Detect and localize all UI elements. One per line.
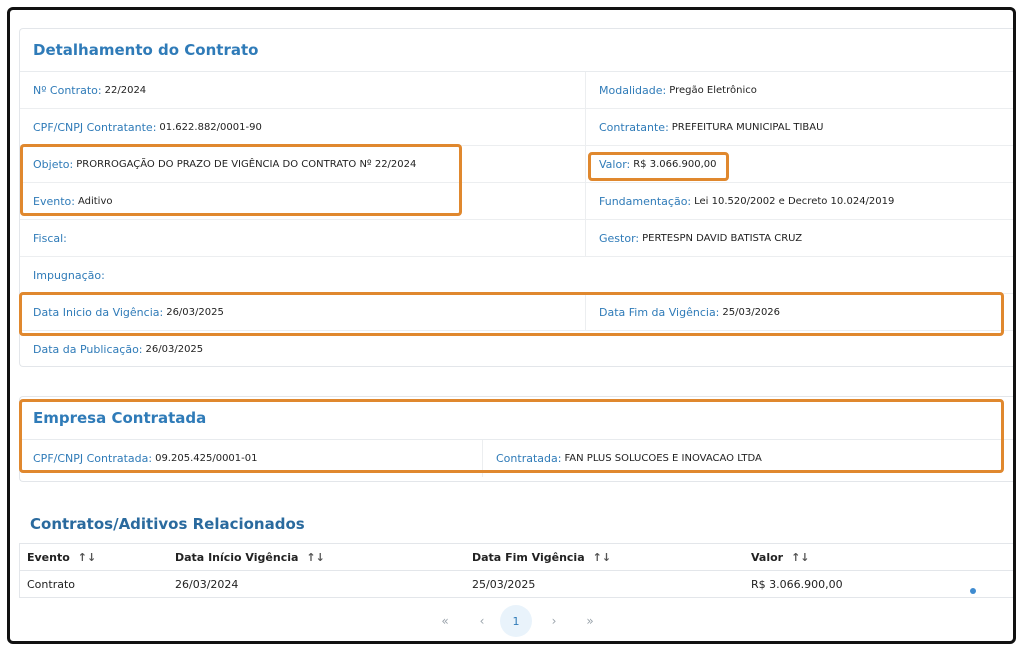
table-row[interactable]: Contrato 26/03/2024 25/03/2025 R$ 3.066.… [20,571,1013,598]
field-row: Nº Contrato: 22/2024 Modalidade: Pregão El… [20,72,1013,109]
sort-updown-icon[interactable]: ↑↓ [78,551,96,564]
prev-page-button[interactable]: ‹ [468,607,496,635]
field-contracting-cnpj: CPF/CNPJ Contratante: 01.622.882/0001-90 [20,109,586,145]
company-row: CPF/CNPJ Contratada: 09.205.425/0001-01 C… [20,440,1013,477]
field-row: Impugnação: [20,257,1013,294]
field-challenge: Impugnação: [33,268,105,282]
field-contract-number: Nº Contrato: 22/2024 [20,72,586,108]
pagination: « ‹ 1 › » [10,605,1013,637]
field-inspector: Fiscal: [20,220,586,256]
next-page-button[interactable]: › [540,607,568,635]
field-event: Evento: Aditivo [20,183,586,219]
field-company-cnpj: CPF/CNPJ Contratada: 09.205.425/0001-01 [20,440,483,477]
field-row: Fiscal: Gestor: PERTESPN DAVID BATISTA CR… [20,220,1013,257]
field-modality: Modalidade: Pregão Eletrônico [599,83,757,97]
contract-detail-title: Detalhamento do Contrato [20,29,1013,72]
field-legal-basis: Fundamentação: Lei 10.520/2002 e Decreto … [599,194,895,208]
cell-event: Contrato [27,577,76,591]
column-header-end-date[interactable]: Data Fim Vigência ↑↓ [465,551,744,564]
sort-updown-icon[interactable]: ↑↓ [593,551,611,564]
sort-updown-icon[interactable]: ↑↓ [306,551,324,564]
field-row: CPF/CNPJ Contratante: 01.622.882/0001-90 … [20,109,1013,146]
field-row: Data Inicio da Vigência: 26/03/2025 Data … [20,294,1013,331]
field-manager: Gestor: PERTESPN DAVID BATISTA CRUZ [599,231,803,245]
sort-updown-icon[interactable]: ↑↓ [791,551,809,564]
column-header-event[interactable]: Evento ↑↓ [20,551,168,564]
field-start-date: Data Inicio da Vigência: 26/03/2025 [20,294,586,330]
field-row: Objeto: PRORROGAÇÃO DO PRAZO DE VIGÊNCIA … [20,146,1013,183]
related-contracts-table: Evento ↑↓ Data Início Vigência ↑↓ Data Fim… [19,543,1013,598]
company-title: Empresa Contratada [20,397,1013,440]
field-contracting-party: Contratante: PREFEITURA MUNICIPAL TIBAU [599,120,824,134]
field-end-date: Data Fim da Vigência: 25/03/2026 [599,305,781,319]
first-page-button[interactable]: « [431,607,459,635]
field-object: Objeto: PRORROGAÇÃO DO PRAZO DE VIGÊNCIA … [20,146,586,182]
contract-detail-card: Detalhamento do Contrato Nº Contrato: 22/… [19,28,1013,368]
field-row: Data da Publicação: 26/03/2025 [20,331,1013,368]
field-publication-date: Data da Publicação: 26/03/2025 [33,343,204,356]
cell-end-date: 25/03/2025 [472,577,536,591]
page-1-button[interactable]: 1 [500,605,532,637]
column-header-start-date[interactable]: Data Início Vigência ↑↓ [168,551,465,564]
field-company-name: Contratada: FAN PLUS SOLUCOES E INOVACAO … [496,452,762,465]
company-card: Empresa Contratada CPF/CNPJ Contratada: 0… [19,396,1013,482]
cell-start-date: 26/03/2024 [175,577,239,591]
table-header: Evento ↑↓ Data Início Vigência ↑↓ Data Fim… [20,544,1013,571]
field-value: Valor: R$ 3.066.900,00 [599,157,717,171]
last-page-button[interactable]: » [576,607,604,635]
cell-value: R$ 3.066.900,00 [751,577,843,591]
contract-fields: Nº Contrato: 22/2024 Modalidade: Pregão El… [20,72,1013,368]
window-frame: Detalhamento do Contrato Nº Contrato: 22/… [7,7,1016,644]
row-indicator-dot [970,588,976,594]
field-row: Evento: Aditivo Fundamentação: Lei 10.520/… [20,183,1013,220]
related-contracts-title: Contratos/Aditivos Relacionados [30,515,305,533]
column-header-value[interactable]: Valor ↑↓ [744,551,964,564]
